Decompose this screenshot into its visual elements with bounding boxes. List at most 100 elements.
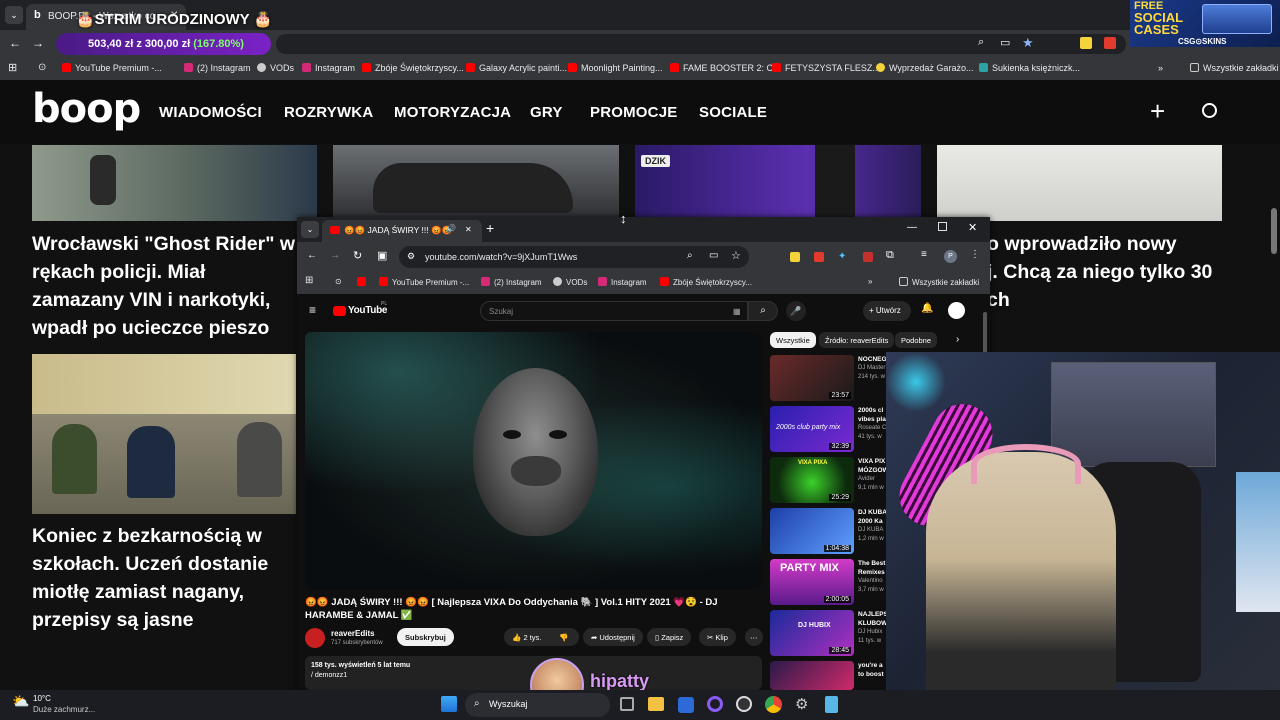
article-thumb-car[interactable] <box>333 145 619 221</box>
article-headline-fragment[interactable]: o wprowadziło nowy j. Chcą za niego tylk… <box>987 230 1277 314</box>
weather-temp[interactable]: 10°C <box>33 694 51 703</box>
plus-icon[interactable]: + <box>1150 96 1165 127</box>
article-thumb-ghost-rider[interactable] <box>32 145 317 221</box>
keyboard-icon[interactable]: ▦ <box>733 307 741 316</box>
bookmark-item[interactable]: YouTube Premium -... <box>379 277 469 287</box>
page-scrollbar[interactable] <box>1271 208 1277 254</box>
create-button[interactable]: + Utwórz <box>863 301 911 321</box>
article-thumb-school[interactable] <box>32 354 296 514</box>
extension-icon[interactable] <box>863 252 873 262</box>
bookmark-item[interactable]: (2) Instagram <box>184 63 251 73</box>
cast-icon[interactable]: ▭ <box>709 250 718 261</box>
bookmark-item[interactable]: FAME BOOSTER 2: C... <box>670 63 781 73</box>
share-button[interactable]: ➦ Udostępnij <box>583 628 643 646</box>
forward-icon[interactable]: → <box>330 250 340 261</box>
file-explorer-icon[interactable] <box>648 697 664 711</box>
weather-desc[interactable]: Duże zachmurz... <box>33 705 95 714</box>
app-circle-icon[interactable] <box>707 696 723 712</box>
maximize-icon[interactable] <box>938 222 947 231</box>
app-icon[interactable] <box>678 697 694 713</box>
chips-next-icon[interactable]: › <box>956 334 959 345</box>
clip-button[interactable]: ✂ Klip <box>699 628 736 646</box>
subscribe-button[interactable]: Subskrybuj <box>397 628 454 646</box>
rec-thumb[interactable]: 23:57 <box>770 355 854 401</box>
all-bookmarks[interactable]: Wszystkie zakładki <box>1190 63 1279 73</box>
youtube-search-input[interactable]: Szukaj ▦ <box>480 301 748 321</box>
bookmark-icon[interactable]: ⊙ <box>335 277 342 286</box>
channel-avatar[interactable] <box>305 628 325 648</box>
rec-thumb[interactable]: 2000s club party mix 32:39 <box>770 406 854 452</box>
nav-rozrywka[interactable]: ROZRYWKA <box>284 104 373 121</box>
youtube-search-button[interactable]: ⌕ <box>748 301 778 321</box>
settings-icon[interactable]: ⚙ <box>795 695 808 713</box>
bookmark-item[interactable]: Instagram <box>598 277 647 287</box>
site-logo[interactable]: boop <box>32 86 141 132</box>
dislike-icon[interactable]: 👎 <box>559 633 568 642</box>
extension-red-icon[interactable] <box>1104 37 1116 49</box>
rec-thumb[interactable]: DJ HUBIX 28:45 <box>770 610 854 656</box>
start-windows-icon[interactable] <box>441 696 457 712</box>
like-button[interactable]: 👍 2 tys. 👎 <box>504 628 579 646</box>
audio-icon[interactable]: 🔊 <box>446 224 456 233</box>
minimize-icon[interactable]: — <box>907 222 917 233</box>
bookmark-item[interactable]: Zbóje Świętokrzyscy... <box>660 277 752 287</box>
chip-related[interactable]: Podobne <box>895 332 938 348</box>
apps-icon[interactable]: ⊞ <box>305 275 313 286</box>
nav-promocje[interactable]: PROMOCJE <box>590 104 677 121</box>
extension-red-icon[interactable] <box>814 252 824 262</box>
profile-avatar[interactable]: P <box>944 250 957 263</box>
reload-icon[interactable]: ↻ <box>353 249 362 262</box>
chip-all[interactable]: Wszystkie <box>770 332 816 348</box>
split-view-icon[interactable]: ▣ <box>377 249 387 262</box>
bookmark-item[interactable]: VODs <box>257 63 294 73</box>
hamburger-menu-icon[interactable]: ≡ <box>309 303 316 317</box>
bookmark-item[interactable] <box>357 277 370 287</box>
bookmark-star-icon[interactable]: ★ <box>1022 35 1034 51</box>
tab-close-icon[interactable]: ✕ <box>465 225 472 234</box>
more-bookmarks-icon[interactable]: » <box>868 277 872 286</box>
chip-source[interactable]: Źródło: reaverEdits <box>819 332 895 348</box>
tab-search-button[interactable]: ⌄ <box>301 221 319 238</box>
rec-thumb[interactable]: 1:04:38 <box>770 508 854 554</box>
article-thumb-stage[interactable]: DZIK <box>635 145 921 221</box>
extensions-puzzle-icon[interactable]: ⧉ <box>886 249 894 262</box>
nav-motoryzacja[interactable]: MOTORYZACJA <box>394 104 511 121</box>
url-text[interactable]: youtube.com/watch?v=9jXJumT1Wws <box>425 252 577 262</box>
bookmark-item[interactable]: Zbóje Świętokrzyscy... <box>362 63 464 73</box>
back-icon[interactable]: ← <box>9 36 21 50</box>
youtube-logo-icon[interactable] <box>333 306 346 316</box>
tab-search-button[interactable]: ⌄ <box>5 6 23 24</box>
nav-sociale[interactable]: SOCIALE <box>699 104 767 121</box>
task-view-icon[interactable] <box>620 697 634 711</box>
zoom-icon[interactable]: ⌕ <box>978 36 984 49</box>
bookmark-item[interactable]: FETYSZYSTA FLESZ... <box>772 63 880 73</box>
address-bar[interactable] <box>276 34 1126 54</box>
apps-icon[interactable]: ⊞ <box>8 61 17 74</box>
bookmark-item[interactable]: Galaxy Acrylic painti... <box>466 63 567 73</box>
back-icon[interactable]: ← <box>307 250 317 261</box>
bookmark-item[interactable]: Instagram <box>302 63 355 73</box>
chrome-icon[interactable] <box>765 696 782 713</box>
bookmark-item[interactable]: (2) Instagram <box>481 277 542 287</box>
nav-wiadomosci[interactable]: WIADOMOŚCI <box>159 104 262 121</box>
obs-icon[interactable] <box>736 696 752 712</box>
article-headline-ghost-rider[interactable]: Wrocławski "Ghost Rider" w rękach policj… <box>32 230 302 342</box>
voice-search-icon[interactable]: 🎤 <box>786 301 806 321</box>
media-icon[interactable]: ≡ <box>921 249 927 260</box>
bookmark-item[interactable]: YouTube Premium -... <box>62 63 162 73</box>
channel-name[interactable]: reaverEdits <box>331 629 375 638</box>
inner-address-bar[interactable]: ⚙ youtube.com/watch?v=9jXJumT1Wws ⌕ ▭ ☆ <box>399 246 749 268</box>
rec-thumb[interactable]: VIXA PIXA 25:29 <box>770 457 854 503</box>
cast-icon[interactable]: ▭ <box>1000 36 1010 49</box>
forward-icon[interactable]: → <box>32 36 44 50</box>
new-tab-icon[interactable]: + <box>486 220 494 236</box>
more-bookmarks-icon[interactable]: » <box>1158 63 1163 73</box>
site-info-icon[interactable]: ⚙ <box>407 251 415 262</box>
bookmark-star-icon[interactable]: ☆ <box>731 249 741 262</box>
nav-gry[interactable]: GRY <box>530 104 563 121</box>
save-button[interactable]: ▯ Zapisz <box>647 628 692 646</box>
more-actions-icon[interactable]: ⋯ <box>745 628 763 646</box>
extension-blue-icon[interactable]: ✦ <box>838 251 846 262</box>
rec-thumb[interactable] <box>770 661 854 690</box>
bookmark-item[interactable]: VODs <box>553 277 587 287</box>
